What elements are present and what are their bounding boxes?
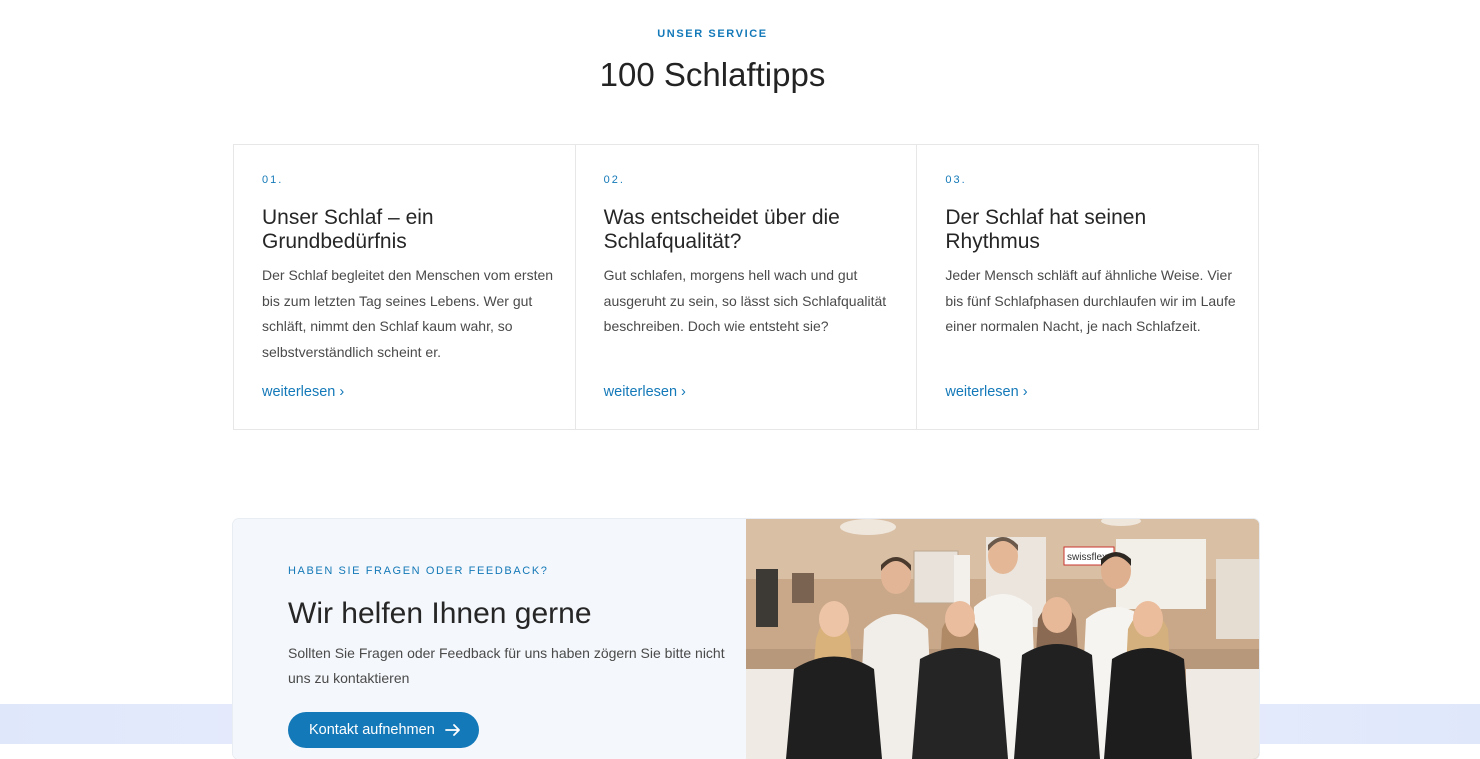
section-eyebrow: UNSER SERVICE: [657, 28, 768, 40]
contact-section: HABEN SIE FRAGEN ODER FEEDBACK? Wir helf…: [233, 519, 1259, 759]
tip-heading: Der Schlaf hat seinen Rhythmus: [945, 206, 1147, 253]
tip-card-2: 02. Was entscheidet über die Schlafquali…: [576, 145, 918, 429]
tip-number: 01.: [262, 174, 284, 186]
tip-card-3: 03. Der Schlaf hat seinen Rhythmus Jeder…: [917, 145, 1258, 429]
tip-heading: Was entscheidet über die Schlafqualität?: [603, 206, 840, 253]
arrow-right-icon: [444, 724, 460, 736]
tip-heading: Unser Schlaf – ein Grundbedürfnis: [262, 206, 434, 253]
contact-heading: Wir helfen Ihnen gerne: [288, 597, 592, 630]
page-title: 100 Schlaftipps: [599, 56, 826, 93]
tip-number: 02.: [603, 174, 625, 186]
read-more-link[interactable]: weiterlesen ›: [945, 384, 1027, 400]
tip-text: Jeder Mensch schläft auf ähnliche Weise.…: [945, 267, 1236, 335]
tip-number: 03.: [945, 174, 967, 186]
contact-panel: HABEN SIE FRAGEN ODER FEEDBACK? Wir helf…: [233, 519, 746, 759]
tip-text: Der Schlaf begleitet den Menschen vom er…: [262, 267, 554, 360]
contact-text: Sollten Sie Fragen oder Feedback für uns…: [288, 645, 725, 686]
team-photo: swissflex: [746, 519, 1259, 759]
contact-button-label: Kontakt aufnehmen: [309, 722, 435, 738]
read-more-link[interactable]: weiterlesen ›: [604, 384, 686, 400]
read-more-link[interactable]: weiterlesen ›: [262, 384, 344, 400]
contact-button[interactable]: Kontakt aufnehmen: [288, 712, 479, 748]
contact-eyebrow: HABEN SIE FRAGEN ODER FEEDBACK?: [288, 565, 549, 577]
tips-cards: 01. Unser Schlaf – ein Grundbedürfnis De…: [233, 144, 1259, 430]
tip-card-1: 01. Unser Schlaf – ein Grundbedürfnis De…: [234, 145, 576, 429]
tip-text: Gut schlafen, morgens hell wach und gut …: [603, 267, 887, 335]
